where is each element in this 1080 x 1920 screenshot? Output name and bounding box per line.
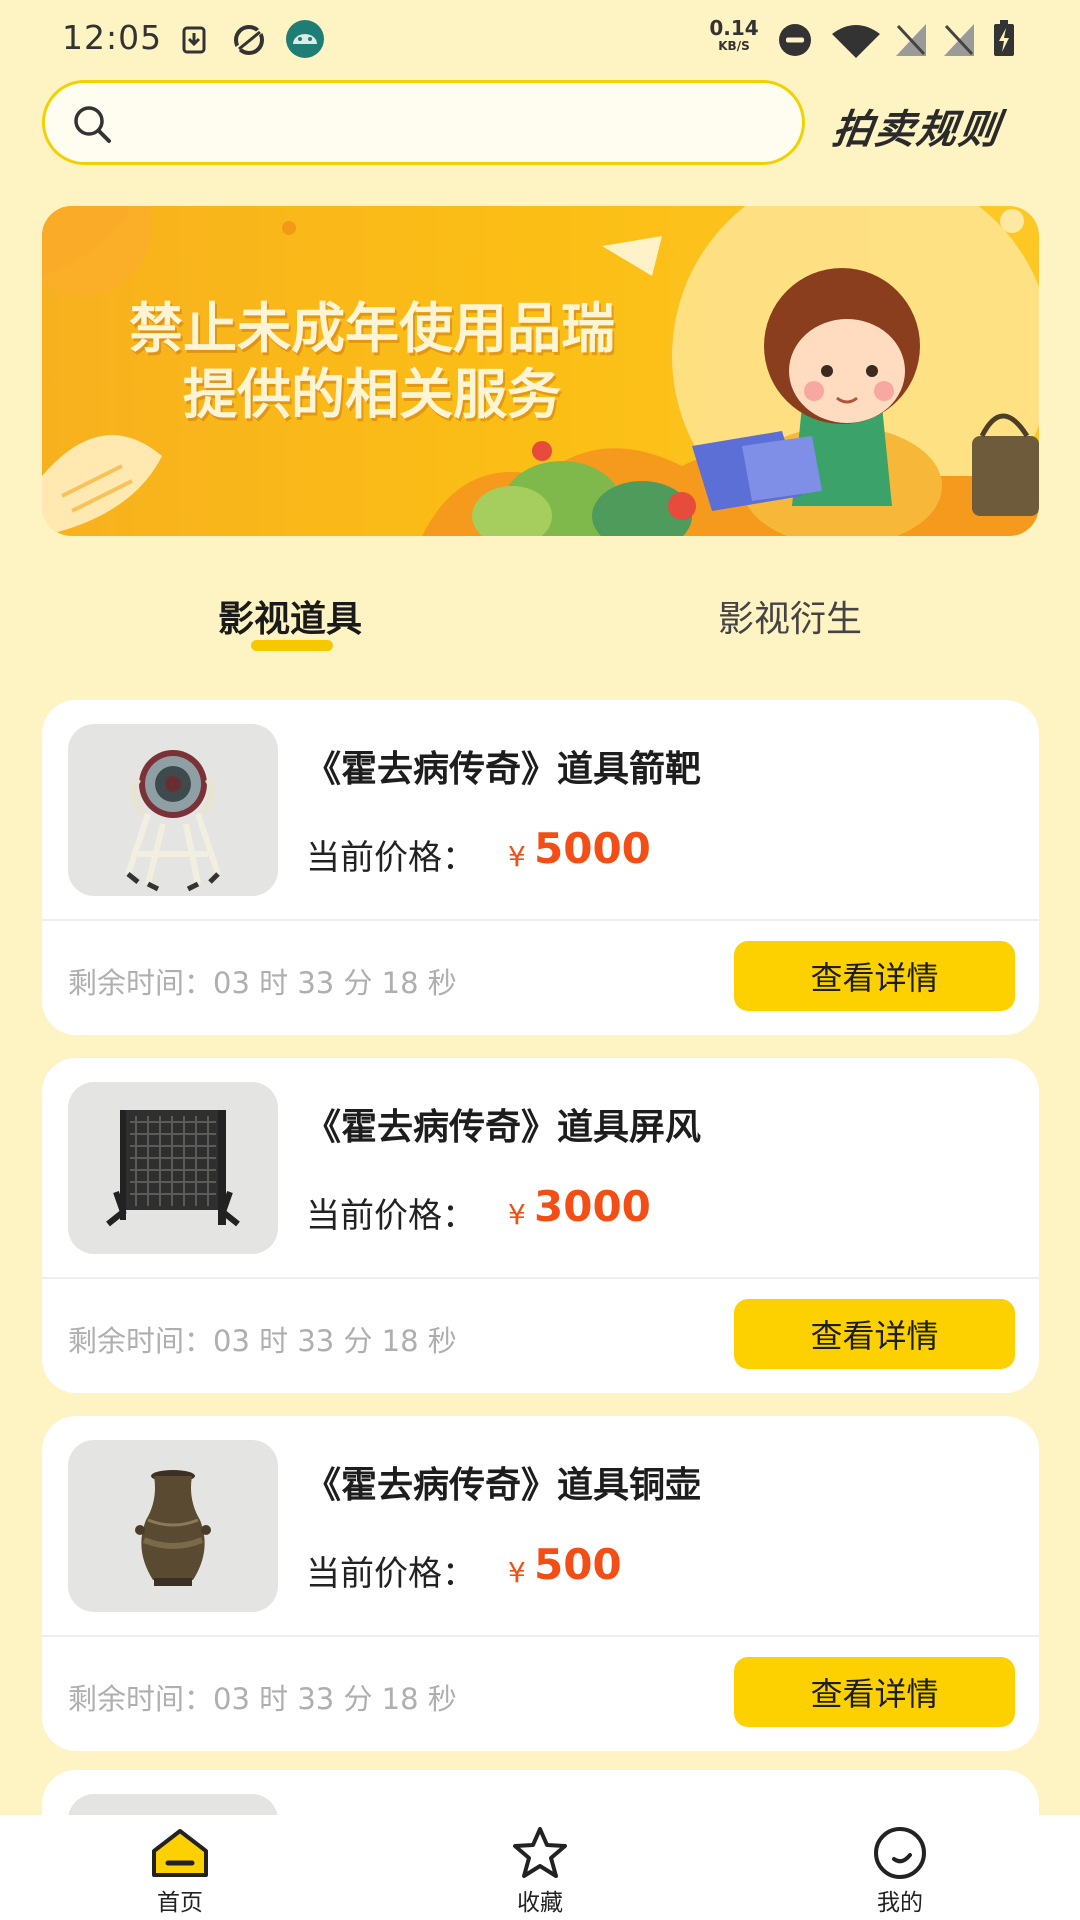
dnd-icon <box>779 24 811 56</box>
promo-banner[interactable]: 禁止未成年使用品瑞 提供的相关服务 <box>42 206 1039 536</box>
nav-favorites[interactable]: 收藏 <box>440 1815 640 1920</box>
download-icon <box>182 26 206 54</box>
bottom-navigation: 首页 收藏 我的 <box>0 1815 1080 1920</box>
view-details-button[interactable]: 查看详情 <box>734 941 1015 1011</box>
star-icon <box>513 1827 567 1878</box>
remaining-time: 剩余时间：03 时 33 分 18 秒 <box>68 1324 457 1358</box>
wifi-icon <box>832 25 880 58</box>
tab-film-derivatives[interactable]: 影视衍生 <box>690 590 890 650</box>
search-input[interactable] <box>125 97 765 149</box>
item-title: 《霍去病传奇》道具屏风 <box>305 1107 702 1148</box>
sync-icon <box>234 25 264 55</box>
view-details-button[interactable]: 查看详情 <box>734 1299 1015 1369</box>
active-tab-indicator <box>251 640 333 651</box>
archery-target-icon <box>68 724 278 896</box>
no-sim-icon <box>896 24 926 56</box>
home-icon <box>152 1829 208 1877</box>
item-title: 《霍去病传奇》道具箭靶 <box>305 749 702 790</box>
item-title: 《霍去病传奇》道具铜壶 <box>305 1465 702 1506</box>
network-speed: 0.14 KB/S <box>709 16 759 53</box>
search-icon <box>74 106 111 143</box>
android-icon <box>286 20 324 58</box>
item-price: 3000 <box>534 1182 651 1231</box>
remaining-time: 剩余时间：03 时 33 分 18 秒 <box>68 1682 457 1716</box>
auction-item-card[interactable]: 《霍去病传奇》道具箭靶 当前价格： ¥ 5000 剩余时间：03 时 33 分 … <box>42 700 1039 1035</box>
currency-symbol: ¥ <box>508 1556 526 1589</box>
currency-symbol: ¥ <box>508 840 526 873</box>
divider <box>42 919 1039 921</box>
divider <box>42 1277 1039 1279</box>
banner-text: 禁止未成年使用品瑞 提供的相关服务 <box>42 296 702 428</box>
remaining-time: 剩余时间：03 时 33 分 18 秒 <box>68 966 457 1000</box>
nav-favorites-label: 收藏 <box>517 1890 563 1916</box>
nav-home[interactable]: 首页 <box>80 1815 280 1920</box>
banner-line-1: 禁止未成年使用品瑞 <box>129 297 615 360</box>
price-label: 当前价格： <box>306 1196 476 1236</box>
item-price: 500 <box>534 1540 622 1589</box>
auction-rules-link[interactable]: 拍卖规则 <box>830 97 1043 153</box>
battery-charging-icon <box>994 20 1014 56</box>
view-details-button[interactable]: 查看详情 <box>734 1657 1015 1727</box>
no-sim-icon <box>944 24 974 56</box>
status-time: 12:05 <box>62 18 163 57</box>
search-bar[interactable] <box>42 80 805 165</box>
profile-icon <box>874 1827 926 1879</box>
status-bar: 12:05 0.14 KB/S <box>0 0 1080 78</box>
auction-item-card[interactable]: 《霍去病传奇》道具屏风 当前价格： ¥ 3000 剩余时间：03 时 33 分 … <box>42 1058 1039 1393</box>
nav-profile-label: 我的 <box>877 1890 923 1916</box>
item-price: 5000 <box>534 824 651 873</box>
nav-profile[interactable]: 我的 <box>800 1815 1000 1920</box>
folding-screen-icon <box>68 1082 278 1254</box>
price-label: 当前价格： <box>306 1554 476 1594</box>
bronze-vase-icon <box>68 1440 278 1612</box>
currency-symbol: ¥ <box>508 1198 526 1231</box>
banner-line-2: 提供的相关服务 <box>183 363 561 426</box>
divider <box>42 1635 1039 1637</box>
nav-home-label: 首页 <box>157 1890 203 1916</box>
price-label: 当前价格： <box>306 838 476 878</box>
auction-item-card[interactable]: 《霍去病传奇》道具铜壶 当前价格： ¥ 500 剩余时间：03 时 33 分 1… <box>42 1416 1039 1751</box>
